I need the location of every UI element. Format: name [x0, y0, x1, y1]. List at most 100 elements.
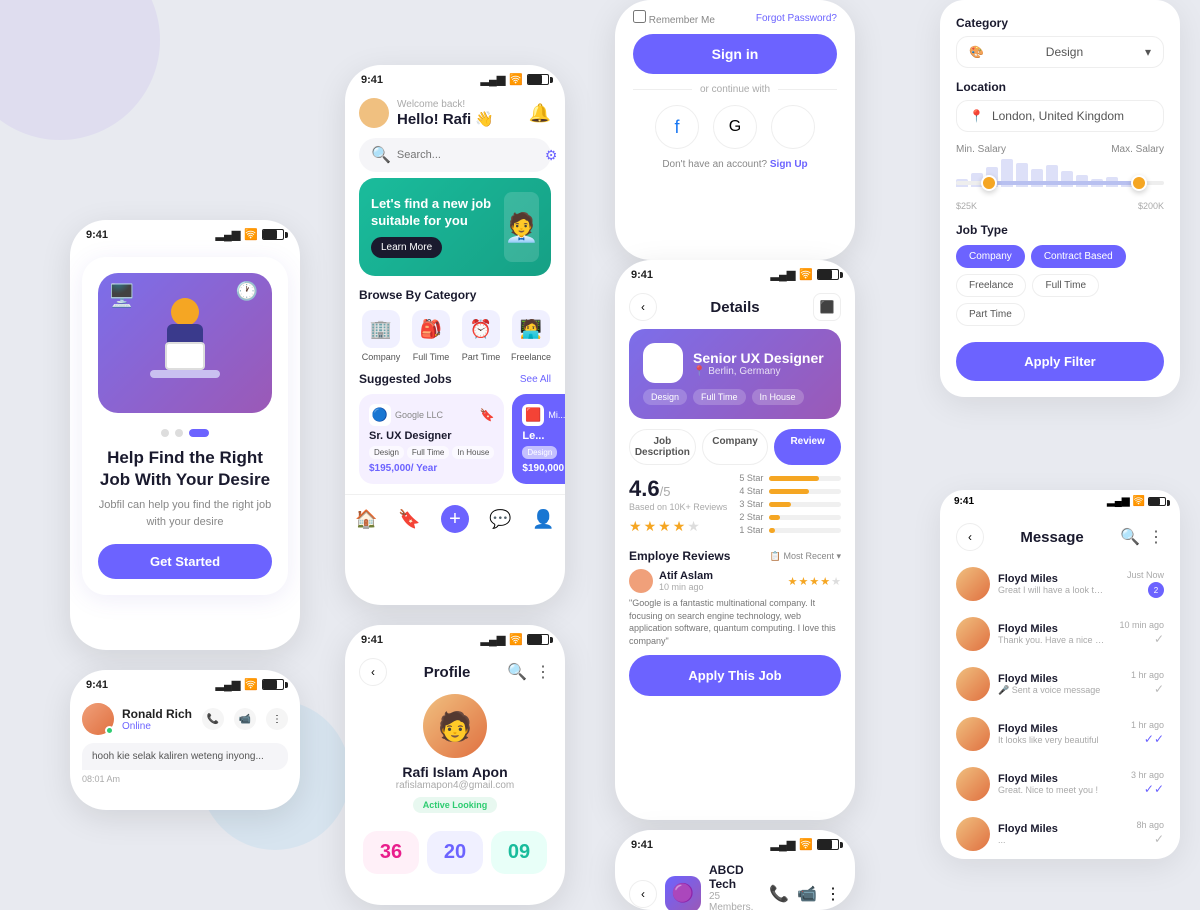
remember-checkbox[interactable] [633, 10, 646, 23]
tab-job-description[interactable]: Job Description [629, 429, 696, 465]
status-bar-company: 9:41 ▂▄▆🛜 [615, 830, 855, 855]
video-icon[interactable]: 📹 [234, 708, 256, 730]
tab-company[interactable]: Company [702, 429, 769, 465]
msg-item-4[interactable]: Floyd Miles Great. Nice to meet you ! 3 … [940, 759, 1180, 809]
or-divider: or continue with [633, 84, 837, 95]
see-all-link[interactable]: See All [520, 374, 551, 385]
msg-item-3[interactable]: Floyd Miles It looks like very beautiful… [940, 709, 1180, 759]
msg-back-button[interactable]: ‹ [956, 523, 984, 551]
card-chat-preview: 9:41 ▂▄▆🛜 Ronald Rich Online 📞 📹 ⋮ hooh … [70, 670, 300, 810]
msg-item-2[interactable]: Floyd Miles 🎤 Sent a voice message 1 hr … [940, 659, 1180, 709]
salary-max-tick: $200K [1138, 201, 1164, 211]
company-name-large: ABCD Tech [709, 863, 761, 891]
chip-freelance[interactable]: Freelance [956, 274, 1026, 297]
category-company[interactable]: 🏢 Company [359, 310, 403, 362]
profile-back-button[interactable]: ‹ [359, 658, 387, 686]
filter-icon[interactable]: ⚙ [545, 147, 558, 164]
msg-time-2: 1 hr ago [1131, 670, 1164, 680]
chip-fulltime[interactable]: Full Time [1032, 274, 1099, 297]
company-more-icon[interactable]: ⋮ [825, 884, 841, 904]
tab-review[interactable]: Review [774, 429, 841, 465]
location-input[interactable]: 📍 London, United Kingdom [956, 100, 1164, 132]
facebook-login-button[interactable]: f [655, 105, 699, 149]
bookmark-icon[interactable]: 🔖 [479, 408, 494, 422]
remember-text: Remember Me [649, 15, 715, 26]
category-fulltime[interactable]: 🎒 Full Time [409, 310, 453, 362]
search-input[interactable] [397, 149, 539, 161]
time-chat: 9:41 [86, 679, 108, 691]
star-1: ★ [629, 518, 642, 535]
msg-check-5: ✓ [1154, 832, 1164, 846]
msg-search-icon[interactable]: 🔍 [1120, 527, 1140, 547]
apply-filter-button[interactable]: Apply Filter [956, 342, 1164, 381]
time-home: 9:41 [361, 74, 383, 86]
nav-bookmarks[interactable]: 🔖 [398, 509, 420, 530]
msg-more-icon[interactable]: ⋮ [1148, 527, 1164, 547]
details-back-button[interactable]: ‹ [629, 293, 657, 321]
profile-search-icon[interactable]: 🔍 [507, 662, 527, 682]
apple-login-button[interactable] [771, 105, 815, 149]
msg-preview-0: Great I will have a look the te... [998, 585, 1108, 595]
msg-item-5[interactable]: Floyd Miles ... 8h ago ✓ [940, 809, 1180, 859]
category-select[interactable]: 🎨 Design ▾ [956, 36, 1164, 68]
msg-avatar-2 [956, 667, 990, 701]
profile-more-icon[interactable]: ⋮ [535, 662, 551, 682]
rating-score: 4.6/5 [629, 476, 727, 502]
details-save-button[interactable]: ⬛ [813, 293, 841, 321]
onboard-subtitle: Jobfil can help you find the right job w… [98, 497, 272, 530]
job-card-mi[interactable]: 🟥 Mi... Le... Design $190,000 [512, 394, 565, 484]
range-thumb-max[interactable] [1131, 175, 1147, 191]
job-hero-header: G Senior UX Designer 📍 Berlin, Germany [643, 343, 827, 383]
rating-sub: Based on 10K+ Reviews [629, 502, 727, 512]
badge-design: Design [369, 446, 404, 459]
bar-3star: 3 Star [739, 499, 841, 509]
notification-bell-icon[interactable]: 🔔 [529, 103, 551, 124]
msg-name-4: Floyd Miles [998, 773, 1123, 785]
job-hero-logo: G [643, 343, 683, 383]
category-freelance[interactable]: 🧑‍💻 Freelance [509, 310, 553, 362]
msg-preview-3: It looks like very beautiful [998, 735, 1108, 745]
learn-more-button[interactable]: Learn More [371, 237, 442, 258]
signin-button[interactable]: Sign in [633, 34, 837, 74]
onboard-illustration: 🖥️ 🕐 [98, 273, 272, 413]
search-bar[interactable]: 🔍 ⚙ [359, 138, 551, 172]
call-icon[interactable]: 📞 [202, 708, 224, 730]
company-video-icon[interactable]: 📹 [797, 884, 817, 904]
nav-add[interactable]: + [441, 505, 469, 533]
apply-this-job-button[interactable]: Apply This Job [629, 655, 841, 696]
msg-info-5: Floyd Miles ... [998, 823, 1128, 845]
signup-link[interactable]: Sign Up [770, 159, 808, 170]
chip-contract[interactable]: Contract Based [1031, 245, 1126, 268]
profile-title: Profile [424, 664, 471, 681]
welcome-text: Welcome back! [397, 99, 494, 110]
filter-recent-button[interactable]: 📋 Most Recent ▾ [770, 551, 841, 562]
nav-home[interactable]: 🏠 [355, 509, 377, 530]
msg-meta-1: 10 min ago ✓ [1119, 620, 1164, 648]
nav-profile[interactable]: 👤 [532, 509, 554, 530]
reviewer-row: Atif Aslam 10 min ago ★ ★ ★ ★ ★ [629, 569, 841, 593]
job-card-google[interactable]: 🔵 Google LLC 🔖 Sr. UX Designer Design Fu… [359, 394, 504, 484]
dots-indicator [98, 429, 272, 437]
company-back-button[interactable]: ‹ [629, 880, 657, 908]
category-parttime[interactable]: ⏰ Part Time [459, 310, 503, 362]
parttime-icon-box: ⏰ [462, 310, 500, 348]
details-tabs: Job Description Company Review [615, 429, 855, 473]
company-call-icon[interactable]: 📞 [769, 884, 789, 904]
chip-parttime[interactable]: Part Time [956, 303, 1025, 326]
nav-messages[interactable]: 💬 [489, 509, 511, 530]
add-job-button[interactable]: + [441, 505, 469, 533]
forgot-password-link[interactable]: Forgot Password? [756, 13, 837, 24]
more-icon[interactable]: ⋮ [266, 708, 288, 730]
salary-range-labels: Min. Salary Max. Salary [956, 144, 1164, 155]
star-2: ★ [644, 518, 657, 535]
get-started-button[interactable]: Get Started [98, 544, 272, 579]
signal-icon-msg: ▂▄▆ [1107, 496, 1129, 507]
msg-item-1[interactable]: Floyd Miles Thank you. Have a nice day 1… [940, 609, 1180, 659]
chip-company[interactable]: Company [956, 245, 1025, 268]
company-logo-large: 🟣 [665, 876, 701, 910]
profile-info: 🧑 Rafi Islam Apon rafislamapon4@gmail.co… [345, 694, 565, 821]
msg-item-0[interactable]: Floyd Miles Great I will have a look the… [940, 559, 1180, 609]
reviews-header: Employe Reviews 📋 Most Recent ▾ [615, 549, 855, 569]
google-login-button[interactable]: G [713, 105, 757, 149]
range-thumb-min[interactable] [981, 175, 997, 191]
